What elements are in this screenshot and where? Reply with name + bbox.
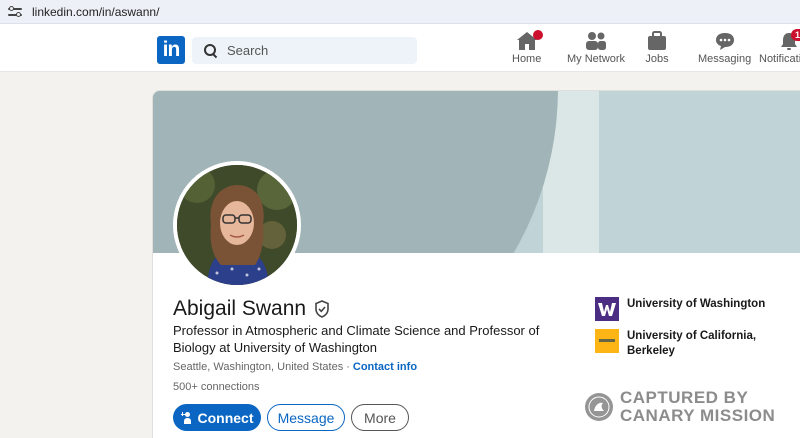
search-input[interactable]: [227, 43, 407, 58]
site-settings-icon[interactable]: [8, 5, 22, 18]
verification-shield-icon[interactable]: [314, 300, 330, 318]
top-nav: in Home My Network Jobs: [0, 24, 800, 72]
nav-label-my-network: My Network: [567, 53, 626, 65]
education-item-uw[interactable]: University of Washington: [595, 297, 765, 321]
connections-count[interactable]: 500+ connections: [173, 381, 260, 393]
search-icon: [204, 43, 218, 58]
profile-photo[interactable]: [173, 161, 301, 289]
profile-name-row: Abigail Swann: [173, 297, 330, 321]
briefcase-icon: [645, 30, 669, 52]
browser-address-bar[interactable]: linkedin.com/in/aswann/: [0, 0, 800, 24]
education-item-berkeley[interactable]: University of California, Berkeley: [595, 329, 767, 359]
contact-info-link[interactable]: Contact info: [353, 361, 417, 373]
chat-icon: [713, 30, 737, 52]
network-icon: [584, 30, 608, 52]
nav-item-messaging[interactable]: Messaging: [698, 28, 751, 68]
profile-location: Seattle, Washington, United States: [173, 361, 344, 373]
more-button-label: More: [364, 409, 396, 426]
linkedin-logo[interactable]: in: [157, 36, 185, 64]
home-icon: [515, 30, 543, 52]
nav-item-my-network[interactable]: My Network: [567, 28, 625, 68]
connect-button[interactable]: Connect: [173, 404, 261, 431]
uw-logo: [595, 297, 619, 321]
profile-headline: Professor in Atmospheric and Climate Sci…: [173, 323, 540, 355]
berkeley-logo: [595, 329, 619, 353]
education-name-berkeley: University of California, Berkeley: [627, 330, 757, 357]
bell-icon: 19: [777, 29, 800, 52]
message-button[interactable]: Message: [267, 404, 345, 431]
watermark-text: CAPTURED BY CANARY MISSION: [620, 389, 775, 425]
separator-dot: ·: [346, 361, 350, 373]
profile-location-row: Seattle, Washington, United States · Conta…: [173, 361, 417, 373]
nav-item-jobs[interactable]: Jobs: [645, 28, 669, 68]
education-name-uw: University of Washington: [627, 298, 766, 310]
canary-seal-icon: [585, 393, 613, 421]
nav-label-notifications: Notifications: [759, 53, 800, 65]
watermark-line-1: CAPTURED BY: [620, 388, 749, 407]
nav-item-home[interactable]: Home: [512, 28, 543, 68]
nav-label-home: Home: [512, 53, 542, 65]
more-button[interactable]: More: [351, 404, 409, 431]
address-url[interactable]: linkedin.com/in/aswann/: [32, 5, 159, 19]
connect-button-label: Connect: [197, 409, 254, 426]
home-notification-dot: [532, 30, 543, 40]
nav-label-messaging: Messaging: [698, 53, 752, 65]
profile-card: Abigail Swann Professor in Atmospheric a…: [152, 90, 800, 438]
canary-mission-watermark: CAPTURED BY CANARY MISSION: [585, 389, 775, 425]
notifications-count-badge: 19: [790, 29, 800, 41]
message-button-label: Message: [277, 409, 335, 426]
search-box[interactable]: [192, 37, 417, 64]
profile-name: Abigail Swann: [173, 297, 307, 320]
watermark-line-2: CANARY MISSION: [620, 406, 776, 425]
person-add-icon: [180, 411, 193, 424]
nav-label-jobs: Jobs: [645, 53, 669, 65]
nav-item-notifications[interactable]: 19 Notifications: [759, 28, 800, 68]
